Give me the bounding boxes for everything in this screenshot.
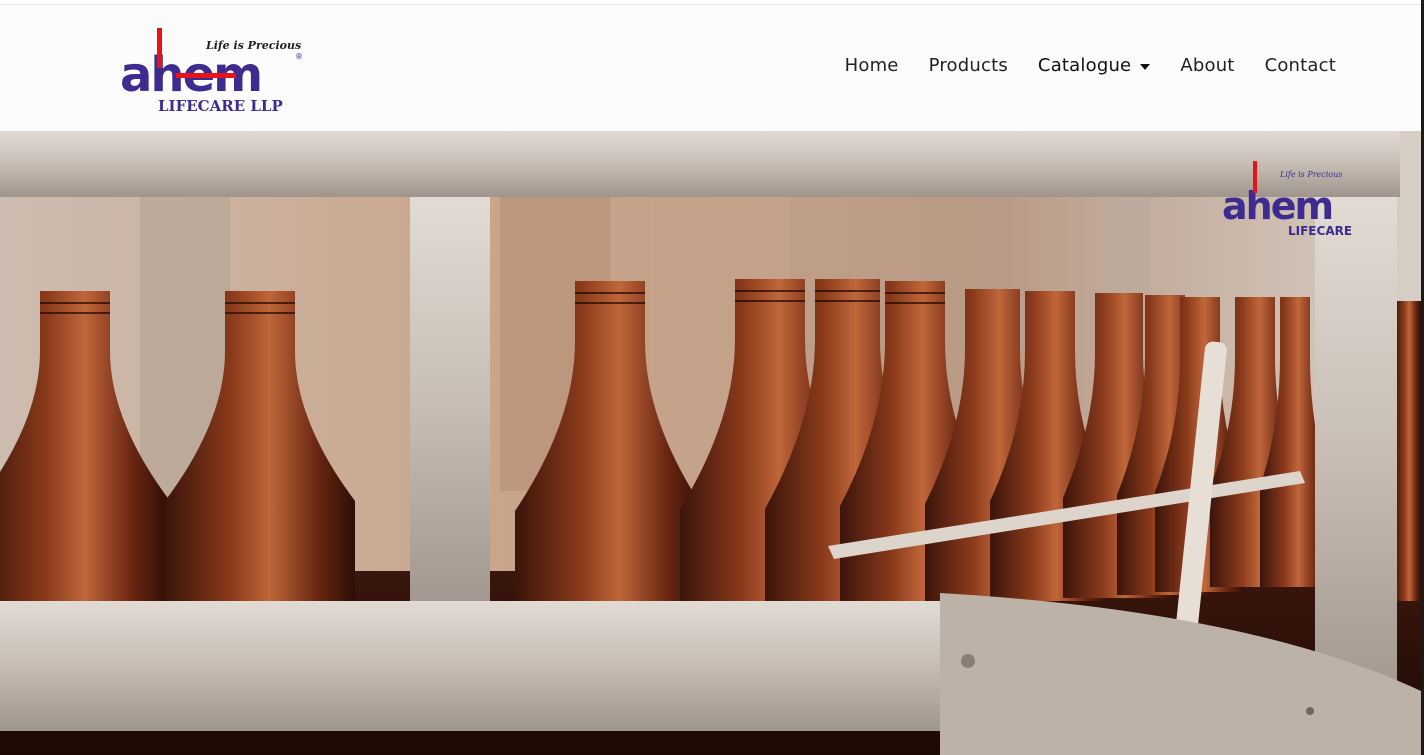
logo-accent-line [176,73,236,78]
nav-about[interactable]: About [1165,55,1249,76]
hero-image: Life is Precious ahem LIFECARE [0,131,1421,755]
watermark-word: ahem [1222,184,1332,228]
logo-registered-mark: ® [295,52,303,61]
bolt [1306,707,1314,715]
frame-upright-right [1315,197,1397,717]
brand-logo-graphic: Life is Precious ahem ® LIFECARE LLP [120,28,303,115]
hero-banner: Life is Precious ahem LIFECARE [0,131,1421,755]
brand-logo[interactable]: Life is Precious ahem ® LIFECARE LLP [118,25,308,115]
bolt [961,654,975,668]
watermark-tagline: Life is Precious [1279,170,1342,179]
nav-catalogue-label: Catalogue [1037,55,1132,76]
caret-down-icon [1140,63,1151,70]
nav-contact[interactable]: Contact [1250,55,1351,76]
site-header: Life is Precious ahem ® LIFECARE LLP Hom… [0,5,1421,131]
watermark-suffix: LIFECARE [1288,224,1352,238]
logo-suffix: LIFECARE LLP [158,97,283,115]
frame-bottom-beam [0,601,940,731]
frame-top-beam [0,131,1400,197]
watermark-accent [1253,161,1257,193]
nav-home[interactable]: Home [830,55,914,76]
logo-accent-bar [157,28,162,68]
main-nav: Home Products Catalogue About Contact [830,55,1351,76]
nav-products[interactable]: Products [914,55,1023,76]
frame-upright [410,197,490,617]
nav-catalogue-dropdown[interactable]: Catalogue [1023,55,1165,76]
